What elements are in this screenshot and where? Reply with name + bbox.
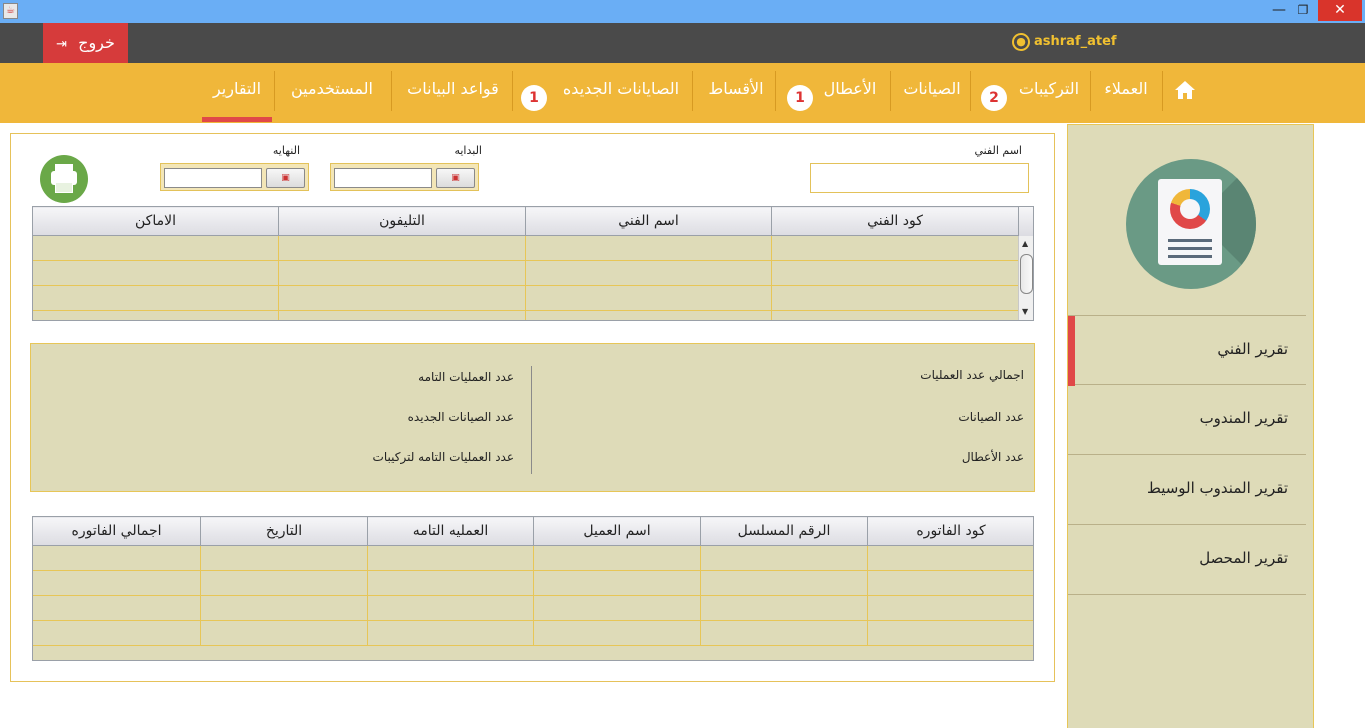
installations-badge: 2 <box>981 85 1007 111</box>
main-nav: العملاء التركيبات 2 الصيانات الأعطال 1 ا… <box>0 63 1365 123</box>
active-tab-indicator <box>202 117 272 122</box>
logout-button[interactable]: خروج ⇥ <box>43 23 128 63</box>
total-operations-label: اجمالي عدد العمليات <box>920 368 1024 382</box>
nav-customers[interactable]: العملاء <box>1094 63 1158 123</box>
nav-databases[interactable]: قواعد البيانات <box>400 63 506 123</box>
print-button[interactable] <box>40 155 88 203</box>
column-header[interactable]: الرقم المسلسل <box>700 517 868 546</box>
home-icon <box>1175 80 1195 99</box>
stats-panel: اجمالي عدد العمليات عدد الصيانات عدد الأ… <box>30 343 1035 492</box>
table-row[interactable] <box>33 595 1033 621</box>
nav-installments[interactable]: الأقساط <box>704 63 768 123</box>
table-row[interactable] <box>33 285 1019 311</box>
reports-sidebar: تقرير الفني تقرير المندوب تقرير المندوب … <box>1067 124 1314 728</box>
calendar-icon[interactable]: ▣ <box>266 168 305 188</box>
start-date-label: البدايه <box>454 144 482 157</box>
column-header[interactable]: التليفون <box>278 207 526 236</box>
table-row[interactable] <box>33 620 1033 646</box>
nav-reports[interactable]: التقارير <box>202 63 272 123</box>
invoices-table: كود الفاتوره الرقم المسلسل اسم العميل ال… <box>32 516 1034 661</box>
window-titlebar: ☕ — ❐ ✕ <box>0 0 1365 23</box>
stats-divider <box>531 366 532 474</box>
active-item-marker <box>1068 316 1075 386</box>
sidebar-item-label: تقرير المندوب الوسيط <box>1146 479 1288 497</box>
scroll-up-arrow[interactable]: ▲ <box>1022 239 1028 248</box>
column-header[interactable]: اجمالي الفاتوره <box>33 517 201 546</box>
sidebar-item-label: تقرير الفني <box>1217 340 1288 358</box>
column-header[interactable]: العمليه التامه <box>367 517 534 546</box>
sidebar-item-representative-report[interactable]: تقرير المندوب <box>1068 385 1306 455</box>
column-header[interactable]: اسم الفني <box>525 207 772 236</box>
calendar-icon[interactable]: ▣ <box>436 168 475 188</box>
maintenance-count-label: عدد الصيانات <box>958 410 1024 424</box>
start-date-input[interactable] <box>334 168 432 188</box>
sidebar-item-intermediate-representative-report[interactable]: تقرير المندوب الوسيط <box>1068 455 1306 525</box>
home-button[interactable] <box>1168 63 1202 123</box>
java-app-icon: ☕ <box>3 3 18 19</box>
technician-name-input[interactable] <box>810 163 1029 193</box>
table-row[interactable] <box>33 545 1033 571</box>
report-document-icon <box>1126 159 1256 289</box>
completed-installations-label: عدد العمليات التامه لتركيبات <box>372 450 514 464</box>
column-header[interactable]: التاريخ <box>200 517 368 546</box>
column-header[interactable]: اسم العميل <box>533 517 701 546</box>
column-header[interactable]: كود الفاتوره <box>867 517 1033 546</box>
scroll-down-arrow[interactable]: ▼ <box>1022 307 1028 316</box>
table-row[interactable] <box>33 570 1033 596</box>
table-row[interactable] <box>33 235 1019 261</box>
nav-installations[interactable]: التركيبات <box>1014 63 1084 123</box>
exit-icon: ⇥ <box>56 37 68 52</box>
user-bar: خروج ⇥ ● ashraf_atef <box>0 23 1365 63</box>
start-date-picker[interactable]: ▣ <box>330 163 479 191</box>
nav-new-maintenance[interactable]: الصايانات الجديده <box>558 63 684 123</box>
new-maintenance-badge: 1 <box>521 85 547 111</box>
nav-maintenance[interactable]: الصيانات <box>900 63 964 123</box>
maximize-button[interactable]: ❐ <box>1292 0 1314 21</box>
faults-badge: 1 <box>787 85 813 111</box>
column-header[interactable]: الاماكن <box>33 207 279 236</box>
end-date-picker[interactable]: ▣ <box>160 163 309 191</box>
table-row[interactable] <box>33 310 1019 320</box>
technician-name-label: اسم الفني <box>974 144 1022 157</box>
column-header[interactable]: كود الفني <box>771 207 1019 236</box>
nav-faults[interactable]: الأعطال <box>820 63 880 123</box>
technicians-table: كود الفني اسم الفني التليفون الاماكن ▲ ▼ <box>32 206 1034 321</box>
close-button[interactable]: ✕ <box>1318 0 1362 21</box>
sidebar-item-label: تقرير المحصل <box>1199 549 1288 567</box>
nav-users[interactable]: المستخدمين <box>282 63 382 123</box>
completed-operations-label: عدد العمليات التامه <box>418 370 514 384</box>
minimize-button[interactable]: — <box>1268 0 1290 21</box>
scroll-thumb[interactable] <box>1020 254 1033 294</box>
sidebar-item-collector-report[interactable]: تقرير المحصل <box>1068 525 1306 595</box>
end-date-label: النهايه <box>272 144 300 157</box>
faults-count-label: عدد الأعطال <box>961 450 1024 464</box>
username: ashraf_atef <box>1034 34 1117 49</box>
table-row[interactable] <box>33 260 1019 286</box>
vertical-scrollbar[interactable]: ▲ ▼ <box>1018 236 1033 320</box>
current-user: ● ashraf_atef <box>1012 32 1117 52</box>
sidebar-item-label: تقرير المندوب <box>1199 409 1288 427</box>
end-date-input[interactable] <box>164 168 262 188</box>
user-circle-icon: ● <box>1012 32 1030 51</box>
logout-label: خروج <box>78 33 115 52</box>
sidebar-item-technician-report[interactable]: تقرير الفني <box>1068 315 1306 386</box>
new-maintenance-count-label: عدد الصيانات الجديده <box>407 410 514 424</box>
